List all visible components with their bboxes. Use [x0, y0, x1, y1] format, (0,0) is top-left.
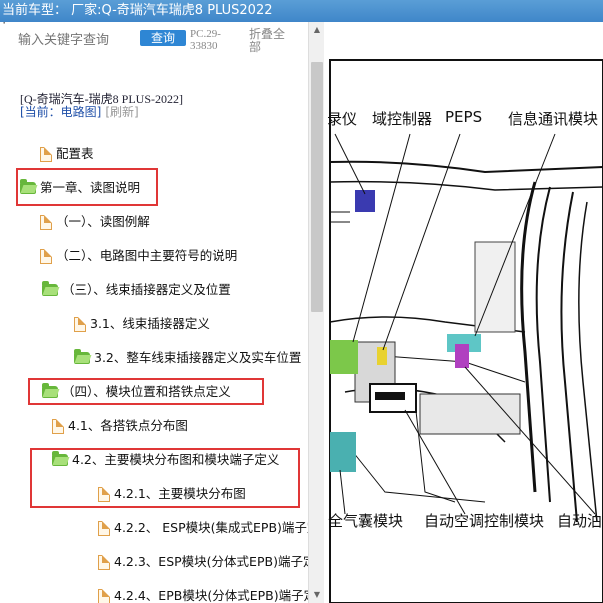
tree-item-4-1[interactable]: 4.1、各搭铁点分布图 [52, 416, 188, 436]
document-icon [98, 555, 110, 570]
scroll-up-icon[interactable]: ▲ [309, 22, 325, 38]
tree-item-4-2-1[interactable]: 4.2.1、主要模块分布图 [98, 484, 246, 504]
document-icon [40, 147, 52, 162]
tree-item-1-4[interactable]: （四）、模块位置和搭铁点定义 [42, 382, 231, 402]
tree-item-config-table[interactable]: 配置表 [40, 144, 94, 164]
tree-item-1-2[interactable]: （二）、电路图中主要符号的说明 [40, 246, 237, 266]
tree-item-label: 4.2.3、ESP模块(分体式EPB)端子定 [114, 554, 316, 569]
search-button[interactable]: 查询 [140, 30, 186, 46]
collapse-all-link[interactable]: 折叠全部 [249, 28, 291, 54]
document-icon [74, 317, 86, 332]
tree-item-1-1[interactable]: （一）、读图例解 [40, 212, 150, 232]
tree-item-4-2-2[interactable]: 4.2.2、 ESP模块(集成式EPB)端子定 [98, 518, 319, 538]
folder-open-icon [42, 280, 58, 296]
tree-item-3-1[interactable]: 3.1、线束插接器定义 [74, 314, 210, 334]
pane-handle-icon: ⠁ [2, 22, 10, 33]
folder-icon [74, 348, 90, 364]
diagram-label-dashcam: 录仪 [327, 110, 358, 128]
document-icon [98, 589, 110, 603]
document-icon [40, 249, 52, 264]
tree-item-label: 4.2、主要模块分布图和模块端子定义 [72, 452, 280, 467]
scroll-down-icon[interactable]: ▼ [309, 587, 325, 603]
diagram-label-auto-parking: 自动泊 [557, 512, 603, 530]
diagram-label-telematics: 信息通讯模块 [508, 110, 599, 128]
tree-item-1-3[interactable]: （三）、线束插接器定义及位置 [42, 280, 231, 300]
diagram-label-domain-controller: 域控制器 [372, 110, 433, 128]
diagram-label-peps: PEPS [445, 108, 483, 126]
current-view: [当前：电路图] [刷新] [20, 103, 139, 120]
diagram-pane: 录仪 域控制器 PEPS 信息通讯模块 全气囊模块 自动空调控制模块 自动泊 [325, 22, 603, 603]
diagram-label-airbag: 全气囊模块 [328, 512, 404, 530]
tree-item-label: 3.2、整车线束插接器定义及实车位置 [94, 350, 302, 365]
tree-item-label: 第一章、读图说明 [40, 180, 141, 195]
document-icon [98, 521, 110, 536]
tree-item-label: （三）、线束插接器定义及位置 [62, 282, 231, 297]
tree-item-4-2-3[interactable]: 4.2.3、ESP模块(分体式EPB)端子定 [98, 552, 315, 572]
tree-item-label: 配置表 [56, 146, 94, 161]
module-domain-controller [330, 340, 358, 374]
pc-code: PC.29-33830 [190, 28, 221, 52]
refresh-link[interactable]: [刷新] [105, 105, 138, 119]
search-input[interactable] [18, 30, 134, 50]
tree-item-label: 4.2.1、主要模块分布图 [114, 486, 246, 501]
tree-item-label: （一）、读图例解 [56, 214, 150, 229]
tree-item-4-2-4[interactable]: 4.2.4、EPB模块(分体式EPB)端子定 [98, 586, 316, 603]
window-title: 当前车型： 厂家:Q-奇瑞汽车瑞虎8 PLUS2022 [0, 0, 603, 22]
tree-item-label: 3.1、线束插接器定义 [90, 316, 210, 331]
tree-item-label: （二）、电路图中主要符号的说明 [56, 248, 238, 263]
module-purple [455, 344, 469, 368]
tree-item-label: （四）、模块位置和搭铁点定义 [62, 384, 231, 399]
scroll-thumb[interactable] [311, 62, 323, 312]
tree-item-3-2[interactable]: 3.2、整车线束插接器定义及实车位置 [74, 348, 301, 368]
document-icon [40, 215, 52, 230]
tree-item-label: 4.1、各搭铁点分布图 [68, 418, 188, 433]
folder-open-icon [20, 178, 36, 194]
tree-item-4-2[interactable]: 4.2、主要模块分布图和模块端子定义 [52, 450, 279, 470]
folder-open-icon [42, 382, 58, 398]
current-label: [当前：电路图] [20, 105, 102, 119]
tree-scrollbar[interactable]: ▲ ▼ [308, 22, 324, 603]
document-icon [98, 487, 110, 502]
module-peps [377, 347, 387, 365]
document-icon [52, 419, 64, 434]
module-airbag [330, 432, 356, 472]
tree-item-label: 4.2.4、EPB模块(分体式EPB)端子定 [114, 588, 317, 603]
tree-item-label: 4.2.2、 ESP模块(集成式EPB)端子定 [114, 520, 320, 535]
tree-item-chapter-1[interactable]: 第一章、读图说明 [20, 178, 140, 198]
folder-open-icon [52, 450, 68, 466]
diagram-label-ac-control: 自动空调控制模块 [424, 512, 545, 530]
